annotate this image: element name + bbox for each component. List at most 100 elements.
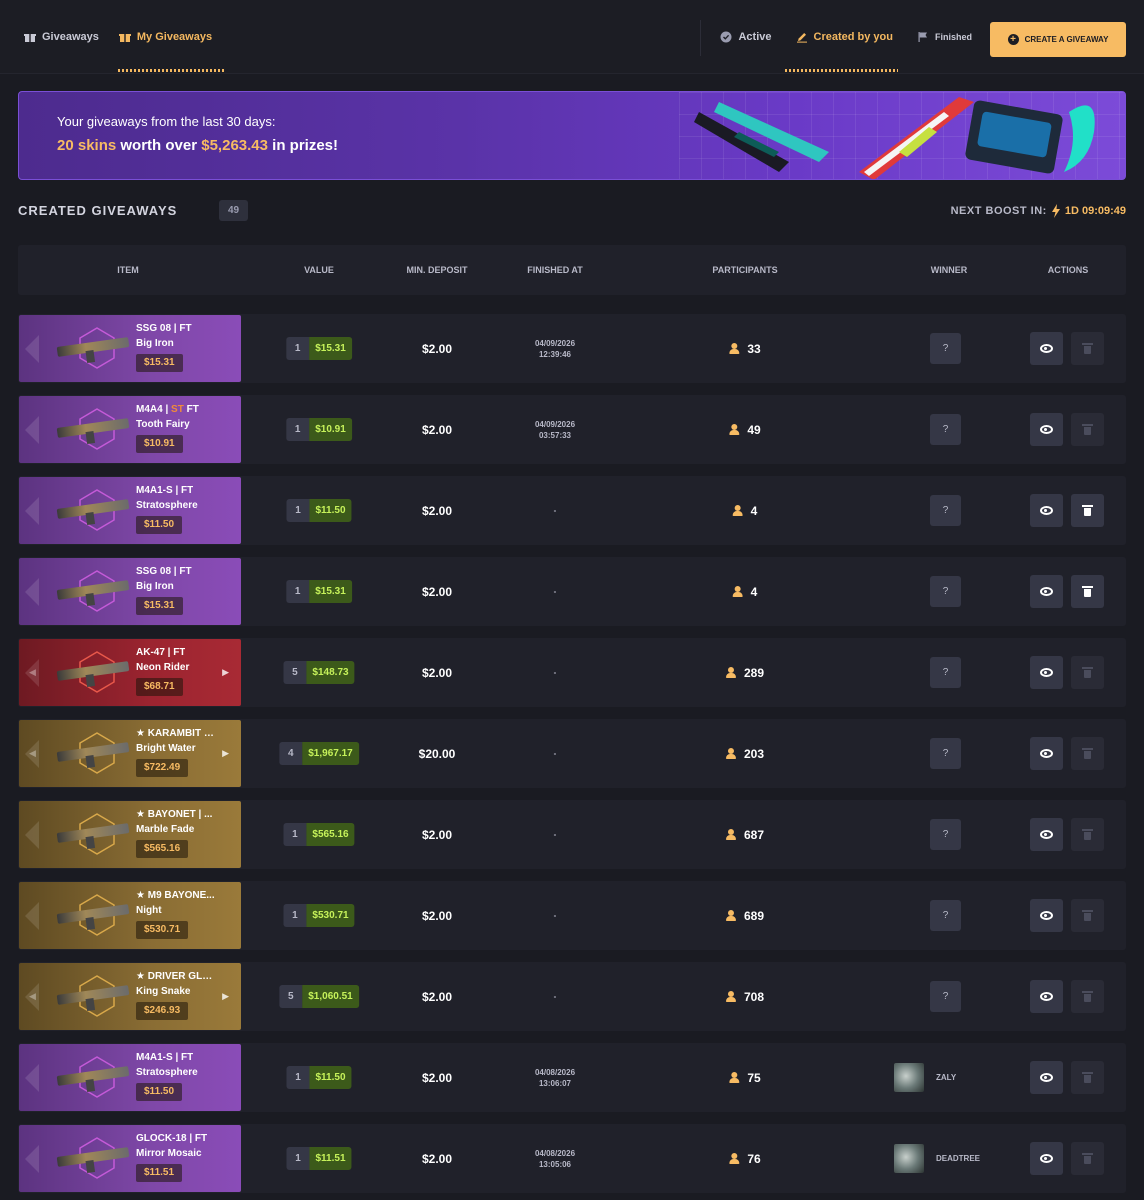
view-button[interactable] <box>1030 494 1063 527</box>
min-deposit: $2.00 <box>421 584 453 599</box>
participants-count: 4 <box>750 584 758 599</box>
nav-giveaways-label: Giveaways <box>42 31 99 43</box>
item-card[interactable]: AK-47 | FT Neon Rider $68.71 ◀ ▶ <box>19 639 241 706</box>
view-button[interactable] <box>1030 413 1063 446</box>
winner[interactable]: DEADTREE <box>894 1144 980 1173</box>
table-row: SSG 08 | FT Big Iron $15.31 1 $15.31 $2.00-4? <box>18 557 1126 626</box>
delete-button[interactable] <box>1071 737 1104 770</box>
item-card[interactable]: SSG 08 | FT Big Iron $15.31 <box>19 315 241 382</box>
rarity-pattern <box>25 1145 39 1173</box>
view-button[interactable] <box>1030 656 1063 689</box>
nav-giveaways[interactable]: Giveaways <box>24 31 99 43</box>
participants: 687 <box>725 800 764 869</box>
min-deposit: $2.00 <box>421 908 453 923</box>
finished-date: - <box>553 911 557 920</box>
value-pill: 1 $10.91 <box>286 418 352 441</box>
view-button[interactable] <box>1030 818 1063 851</box>
view-button[interactable] <box>1030 980 1063 1013</box>
item-card[interactable]: M4A1-S | FT Stratosphere $11.50 <box>19 477 241 544</box>
plus-icon: + <box>1007 34 1019 45</box>
filter-finished[interactable]: Finished <box>917 31 972 43</box>
chevron-left-icon[interactable]: ◀ <box>29 667 36 678</box>
eye-icon <box>1040 911 1053 920</box>
item-card[interactable]: SSG 08 | FT Big Iron $15.31 <box>19 558 241 625</box>
delete-button[interactable] <box>1071 818 1104 851</box>
delete-button[interactable] <box>1071 1142 1104 1175</box>
wear-label: FT <box>173 647 186 658</box>
nav-divider <box>700 20 701 56</box>
participants: 76 <box>729 1124 761 1193</box>
participants: 708 <box>725 962 764 1031</box>
eye-icon <box>1040 344 1053 353</box>
item-card[interactable]: M4A4 | ST FT Tooth Fairy $10.91 <box>19 396 241 463</box>
rarity-pattern <box>25 902 39 930</box>
filter-created-by-you[interactable]: Created by you <box>796 31 893 43</box>
finished-at: 04/09/2026 03:57:33 <box>535 395 575 464</box>
finished-at: - <box>554 719 557 788</box>
total-value: $1,060.51 <box>302 985 359 1008</box>
chevron-left-icon[interactable]: ◀ <box>29 748 36 759</box>
item-price: $11.50 <box>136 516 183 534</box>
delete-button[interactable] <box>1071 332 1104 365</box>
finished-at: - <box>554 800 557 869</box>
table-row: ★ M9 BAYONE... Night $530.71 1 $530.71 $2.00… <box>18 881 1126 950</box>
chevron-right-icon[interactable]: ▶ <box>222 991 229 1002</box>
chevron-left-icon[interactable]: ◀ <box>29 991 36 1002</box>
finished-time: 03:57:33 <box>538 430 572 440</box>
finished-date: 04/08/2026 <box>534 1067 576 1077</box>
item-weapon-name: ★ BAYONET | ... <box>136 809 212 820</box>
finished-at: - <box>554 476 557 545</box>
participants: 49 <box>729 395 761 464</box>
view-button[interactable] <box>1030 737 1063 770</box>
stattrak-label: ST <box>171 404 184 415</box>
view-button[interactable] <box>1030 1061 1063 1094</box>
item-skin-name: Stratosphere <box>136 500 198 511</box>
winner-unknown: ? <box>930 414 961 445</box>
rarity-pattern <box>25 497 39 525</box>
user-icon <box>729 1152 740 1165</box>
item-skin-name: Bright Water <box>136 743 196 754</box>
item-card[interactable]: ★ KARAMBIT | ... Bright Water $722.49 ◀ ▶ <box>19 720 241 787</box>
delete-button[interactable] <box>1071 980 1104 1013</box>
delete-button[interactable] <box>1071 575 1104 608</box>
wear-label: FT <box>186 404 199 415</box>
item-card[interactable]: ★ DRIVER GLO... King Snake $246.93 ◀ ▶ <box>19 963 241 1030</box>
chevron-right-icon[interactable]: ▶ <box>222 667 229 678</box>
delete-button[interactable] <box>1071 656 1104 689</box>
item-card[interactable]: ★ BAYONET | ... Marble Fade $565.16 <box>19 801 241 868</box>
finished-date: 04/09/2026 <box>534 419 576 429</box>
participants-count: 689 <box>743 908 765 923</box>
nav-my-giveaways[interactable]: My Giveaways <box>118 31 212 43</box>
total-value: $1,967.17 <box>302 742 359 765</box>
view-button[interactable] <box>1030 899 1063 932</box>
delete-button[interactable] <box>1071 1061 1104 1094</box>
header-min-deposit: MIN. DEPOSIT <box>406 265 468 275</box>
item-card[interactable]: M4A1-S | FT Stratosphere $11.50 <box>19 1044 241 1111</box>
filter-active[interactable]: Active <box>720 31 772 43</box>
min-deposit: $2.00 <box>421 989 453 1004</box>
banner-summary: 20 skins worth over $5,263.43 in prizes! <box>57 137 338 154</box>
item-card[interactable]: GLOCK-18 | FT Mirror Mosaic $11.51 <box>19 1125 241 1192</box>
participants-count: 4 <box>750 503 758 518</box>
value-pill: 5 $148.73 <box>283 661 355 684</box>
summary-banner: Your giveaways from the last 30 days: 20… <box>18 91 1126 180</box>
boost-label: NEXT BOOST IN: <box>950 205 1047 217</box>
winner[interactable]: ZALY <box>894 1063 956 1092</box>
participants: 689 <box>725 881 765 950</box>
view-button[interactable] <box>1030 332 1063 365</box>
chevron-right-icon[interactable]: ▶ <box>222 748 229 759</box>
view-button[interactable] <box>1030 1142 1063 1175</box>
user-icon <box>725 666 736 679</box>
table-row: ★ KARAMBIT | ... Bright Water $722.49 ◀ ▶ 4 $… <box>18 719 1126 788</box>
delete-button[interactable] <box>1071 494 1104 527</box>
winner-unknown: ? <box>930 576 961 607</box>
view-button[interactable] <box>1030 575 1063 608</box>
item-card[interactable]: ★ M9 BAYONE... Night $530.71 <box>19 882 241 949</box>
item-quantity: 1 <box>286 1066 310 1089</box>
weapon-label: ★ KARAMBIT | ... <box>136 728 216 739</box>
delete-button[interactable] <box>1071 413 1104 446</box>
boost-timer: 1D 09:09:49 <box>1064 205 1126 217</box>
delete-button[interactable] <box>1071 899 1104 932</box>
create-giveaway-button[interactable]: + CREATE A GIVEAWAY <box>990 22 1126 57</box>
item-weapon-name: AK-47 | FT <box>136 647 185 658</box>
